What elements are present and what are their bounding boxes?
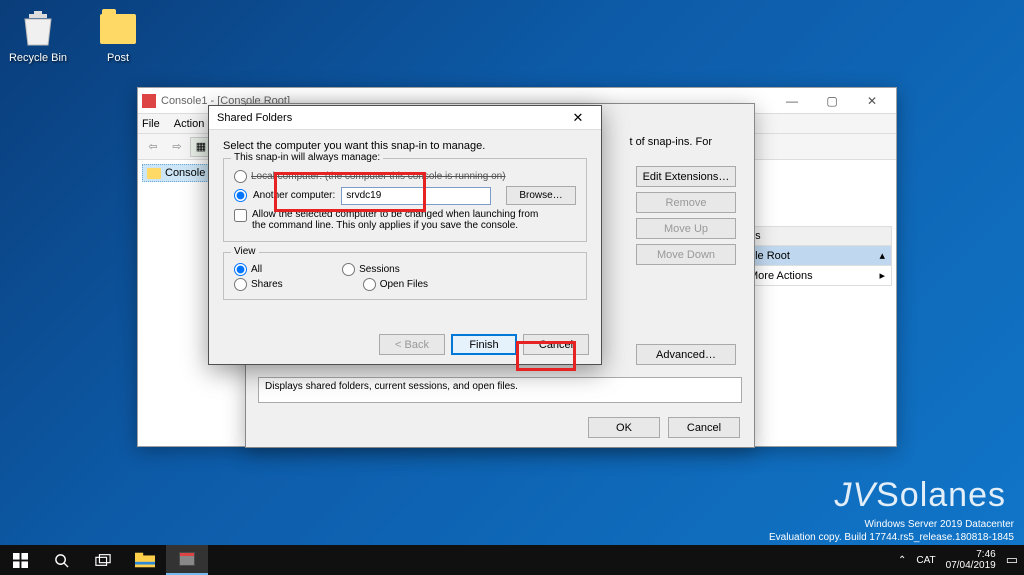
shared-title-text: Shared Folders	[217, 112, 563, 124]
actions-pane: ns ole Root▴ More Actions▸	[742, 226, 892, 286]
browse-button[interactable]: Browse…	[506, 186, 576, 205]
ok-button[interactable]: OK	[588, 417, 660, 438]
moveup-button: Move Up	[636, 218, 736, 239]
radio-view-openfiles[interactable]	[363, 278, 376, 291]
movedown-button: Move Down	[636, 244, 736, 265]
folder-icon	[147, 168, 161, 179]
radio-another-computer[interactable]	[234, 189, 247, 202]
shared-titlebar[interactable]: Shared Folders ✕	[209, 106, 601, 130]
tray-notifications-icon[interactable]: ▭	[1006, 552, 1018, 568]
maximize-button[interactable]: ▢	[812, 89, 852, 113]
close-icon[interactable]: ✕	[563, 108, 593, 128]
folder-icon	[97, 8, 139, 50]
remove-button: Remove	[636, 192, 736, 213]
taskbar-app-mmc[interactable]	[166, 545, 208, 575]
radio-view-shares-label: Shares	[251, 279, 283, 290]
minimize-button[interactable]: —	[772, 89, 812, 113]
cancel-button[interactable]: Cancel	[668, 417, 740, 438]
radio-local-label: Local computer: (the computer this conso…	[251, 171, 506, 182]
menu-action[interactable]: Action	[174, 118, 205, 130]
computer-name-input[interactable]	[341, 187, 491, 205]
forward-button[interactable]: ⇨	[166, 137, 188, 157]
cancel-button[interactable]: Cancel	[523, 334, 589, 355]
actions-item-root[interactable]: ole Root▴	[742, 246, 892, 266]
radio-another-label: Another computer:	[253, 190, 335, 201]
watermark: JVSolanes	[834, 476, 1006, 515]
radio-view-shares[interactable]	[234, 278, 247, 291]
finish-button[interactable]: Finish	[451, 334, 517, 355]
build-info: Windows Server 2019 Datacenter Evaluatio…	[769, 518, 1014, 544]
radio-local-computer[interactable]	[234, 170, 247, 183]
tray-date: 07/04/2019	[946, 560, 996, 571]
manage-groupbox: This snap-in will always manage: Local c…	[223, 158, 587, 242]
view-groupbox: View All Sessions Shares Open Files	[223, 252, 587, 300]
shared-folders-dialog: Shared Folders ✕ Select the computer you…	[208, 105, 602, 365]
desktop-icon-recycle[interactable]: Recycle Bin	[8, 8, 68, 64]
start-button[interactable]	[0, 545, 40, 575]
actions-item-more[interactable]: More Actions▸	[742, 266, 892, 286]
menu-file[interactable]: File	[142, 118, 160, 130]
radio-view-sessions[interactable]	[342, 263, 355, 276]
snapin-hint: t of snap-ins. For	[629, 136, 712, 148]
radio-view-all[interactable]	[234, 263, 247, 276]
view-group-label: View	[231, 246, 259, 257]
advanced-button[interactable]: Advanced…	[636, 344, 736, 365]
post-folder-label: Post	[107, 52, 129, 64]
actions-header: ns	[742, 226, 892, 246]
allow-change-checkbox[interactable]	[234, 209, 247, 222]
instruction-text: Select the computer you want this snap-i…	[223, 140, 587, 152]
mmc-icon	[142, 94, 156, 108]
taskview-button[interactable]	[82, 545, 124, 575]
taskbar-app-explorer[interactable]	[124, 545, 166, 575]
desktop-icon-post[interactable]: Post	[88, 8, 148, 64]
back-button: < Back	[379, 334, 445, 355]
build-line1: Windows Server 2019 Datacenter	[769, 518, 1014, 531]
edit-extensions-button[interactable]: Edit Extensions…	[636, 166, 736, 187]
recycle-bin-label: Recycle Bin	[9, 52, 67, 64]
manage-group-label: This snap-in will always manage:	[231, 152, 383, 163]
back-button[interactable]: ⇦	[142, 137, 164, 157]
radio-view-sessions-label: Sessions	[359, 264, 400, 275]
search-button[interactable]	[40, 545, 82, 575]
radio-view-openfiles-label: Open Files	[380, 279, 428, 290]
recycle-bin-icon	[17, 8, 59, 50]
tray-lang[interactable]: CAT	[916, 555, 935, 566]
close-button[interactable]: ✕	[852, 89, 892, 113]
tray-time: 7:46	[946, 549, 996, 560]
build-line2: Evaluation copy. Build 17744.rs5_release…	[769, 531, 1014, 544]
tray-clock[interactable]: 7:46 07/04/2019	[946, 549, 996, 571]
tray-chevron-icon[interactable]: ⌃	[898, 555, 906, 566]
snapin-description: Displays shared folders, current session…	[258, 377, 742, 403]
allow-change-label: Allow the selected computer to be change…	[252, 209, 552, 231]
radio-view-all-label: All	[251, 264, 262, 275]
taskbar: ⌃ CAT 7:46 07/04/2019 ▭	[0, 545, 1024, 575]
